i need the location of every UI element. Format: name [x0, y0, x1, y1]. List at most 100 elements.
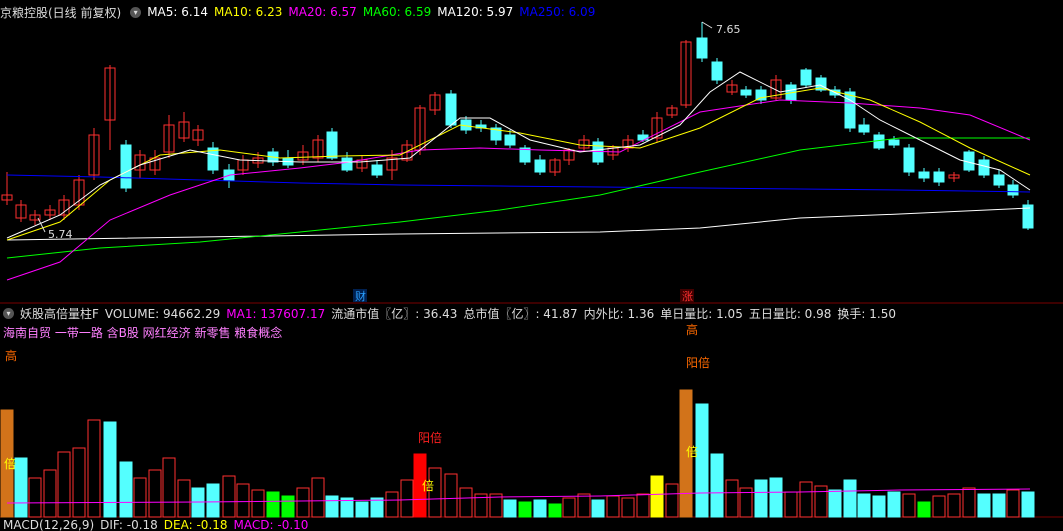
volume-bar	[814, 485, 828, 518]
candle-body	[696, 37, 708, 59]
volume-bar	[281, 495, 295, 518]
low-price-label: 5.74	[48, 228, 73, 241]
macd-stat-1: DEA: -0.18	[163, 519, 228, 531]
volume-bar	[119, 461, 133, 518]
volume-bar	[266, 491, 280, 518]
dropdown-icon[interactable]: ▾	[3, 307, 14, 319]
macd-header: MACD(12,26,9) DIF: -0.18 DEA: -0.18 MACD: …	[0, 519, 320, 531]
candle-body	[120, 144, 132, 189]
volume-bar	[769, 477, 783, 518]
volume-bar	[843, 479, 857, 518]
volume-bar	[548, 503, 562, 518]
candle-body	[445, 93, 457, 126]
label-positive-multiple-2: 阳倍	[686, 355, 710, 370]
label-high-1: 高	[5, 348, 17, 363]
volume-bar	[828, 489, 842, 518]
macd-stats: DIF: -0.18 DEA: -0.18 MACD: -0.10	[100, 519, 314, 531]
volume-bar	[857, 493, 871, 518]
volume-stat-0: VOLUME: 94662.29	[104, 306, 221, 321]
volume-bar	[385, 491, 399, 518]
volume-stat-5: 单日量比: 1.05	[660, 306, 743, 321]
macd-stat-2: MACD: -0.10	[233, 519, 309, 531]
volume-bar	[459, 487, 473, 518]
macd-title[interactable]: MACD(12,26,9)	[3, 519, 94, 531]
volume-bar	[370, 497, 384, 518]
volume-stat-3: 总市值〖亿〗: 41.87	[463, 306, 578, 321]
high-price-label: 7.65	[716, 23, 741, 36]
volume-indicator-title[interactable]: 妖股高倍量柱F	[20, 305, 99, 322]
candle-body	[888, 139, 900, 146]
candle-body	[978, 159, 990, 176]
concept-list: 海南自贸 一带一路 含B股 网红经济 新零售 粮食概念	[3, 325, 283, 340]
volume-bar	[533, 499, 547, 518]
ma60-line	[6, 137, 1030, 259]
volume-bar	[992, 493, 1006, 518]
macd-stat-0: DIF: -0.18	[100, 519, 158, 531]
volume-bar	[355, 501, 369, 518]
candle-body	[711, 61, 723, 81]
volume-bar	[177, 479, 191, 518]
label-multiple-1: 倍	[4, 456, 16, 471]
volume-bar	[518, 501, 532, 518]
candle-body	[873, 134, 885, 149]
volume-bar	[206, 483, 220, 518]
volume-bar	[325, 495, 339, 518]
candle-body	[903, 147, 915, 173]
volume-bar	[57, 451, 71, 518]
candle-body	[993, 174, 1005, 186]
candle-body	[341, 157, 353, 171]
candle-body	[534, 159, 546, 173]
volume-bar	[902, 493, 916, 518]
volume-bar	[296, 487, 310, 518]
volume-bar	[636, 493, 650, 518]
volume-stat-4: 内外比: 1.36	[583, 306, 655, 321]
volume-bar	[977, 493, 991, 518]
volume-bar	[606, 495, 620, 518]
volume-bar	[148, 469, 162, 518]
event-marker-rise: 涨	[682, 290, 693, 303]
volume-bar	[917, 501, 931, 518]
volume-bar	[932, 495, 946, 518]
volume-bar	[665, 483, 679, 518]
candle-body	[504, 134, 516, 146]
high-pointer	[701, 21, 713, 29]
volume-bar	[562, 497, 576, 518]
volume-bar	[72, 447, 86, 518]
volume-bar	[43, 469, 57, 518]
volume-bar	[710, 453, 724, 518]
volume-bar	[577, 493, 591, 518]
volume-stat-7: 换手: 1.50	[837, 306, 896, 321]
volume-bar	[947, 493, 961, 518]
volume-bar	[650, 475, 664, 518]
concept-tags: 海南自贸 一带一路 含B股 网红经济 新零售 粮食概念	[0, 322, 288, 342]
candle-body	[371, 164, 383, 176]
volume-stat-6: 五日量比: 0.98	[748, 306, 832, 321]
volume-bar	[784, 491, 798, 518]
candle-body	[1007, 184, 1019, 196]
label-high-2: 高	[686, 322, 698, 337]
volume-bar	[222, 475, 236, 518]
volume-bar	[887, 491, 901, 518]
volume-bar	[400, 479, 414, 518]
candle-body	[755, 89, 767, 101]
volume-bar	[621, 497, 635, 518]
volume-stat-2: 流通市值〖亿〗: 36.43	[331, 306, 458, 321]
chart-canvas[interactable]: 7.655.74财 涨高倍阳倍倍高阳倍倍	[0, 0, 1063, 529]
volume-bar	[754, 479, 768, 518]
volume-bar	[28, 477, 42, 518]
volume-bar	[311, 477, 325, 518]
volume-bar	[799, 481, 813, 518]
volume-bar	[872, 495, 886, 518]
volume-bar	[591, 499, 605, 518]
event-marker-finance: 财	[355, 289, 366, 303]
label-multiple-3: 倍	[686, 444, 698, 459]
volume-bar	[444, 473, 458, 518]
volume-bar	[962, 487, 976, 518]
candle-body	[740, 89, 752, 96]
label-positive-multiple-1: 阳倍	[418, 430, 442, 445]
volume-bar	[1006, 489, 1020, 518]
ma250-line	[6, 174, 1031, 193]
volume-bar	[236, 483, 250, 518]
volume-bar	[251, 489, 265, 518]
volume-bar	[14, 457, 28, 518]
